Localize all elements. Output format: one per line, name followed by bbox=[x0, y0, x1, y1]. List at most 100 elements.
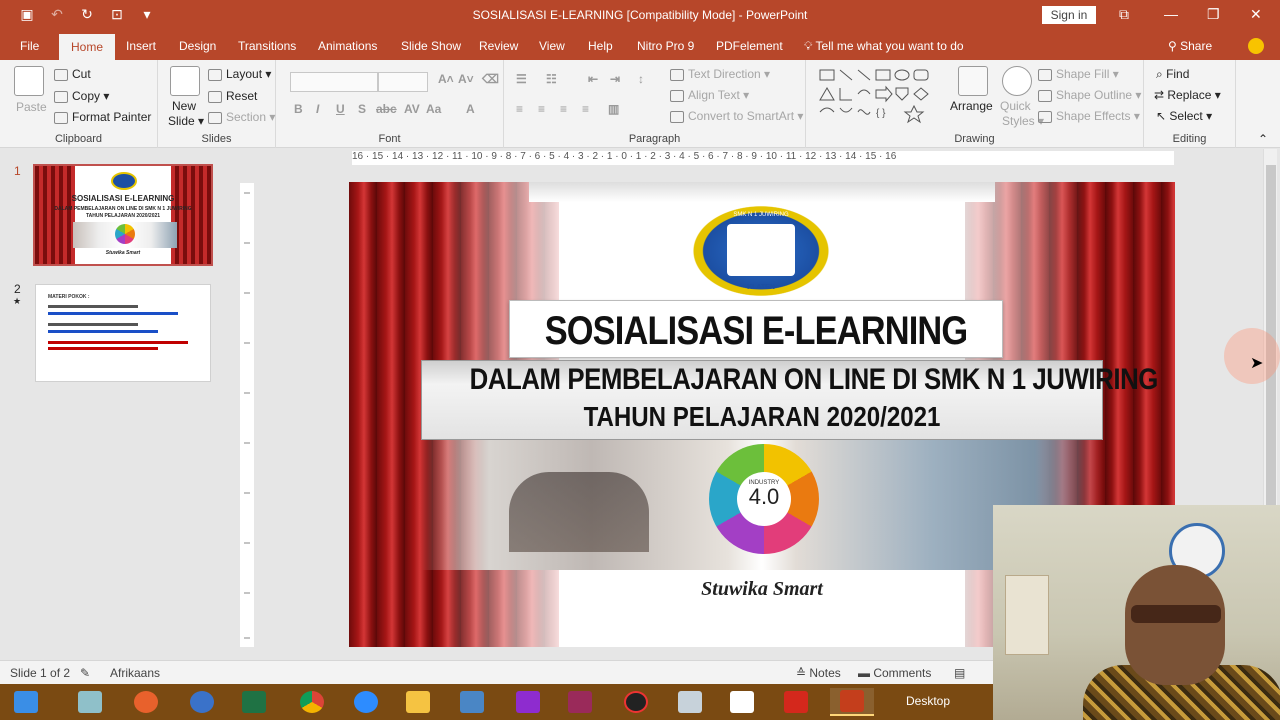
char-spacing-icon[interactable]: AV bbox=[404, 102, 420, 116]
taskbar-app-12[interactable] bbox=[668, 688, 712, 716]
horizontal-ruler[interactable]: 16 · 15 · 14 · 13 · 12 · 11 · 10 · 9 · 8… bbox=[352, 151, 1174, 165]
school-logo[interactable]: SMK N 1 JUWIRING KLATEN bbox=[687, 202, 835, 300]
tab-file[interactable]: File bbox=[20, 32, 39, 60]
arrange-icon[interactable] bbox=[958, 66, 988, 96]
strikethrough-icon[interactable]: abc bbox=[376, 102, 397, 116]
taskbar-zoom[interactable] bbox=[344, 688, 388, 716]
convert-smartart-button[interactable]: Convert to SmartArt ▾ bbox=[670, 109, 803, 123]
arrange-button[interactable]: Arrange bbox=[950, 99, 993, 113]
taskbar-app-11[interactable] bbox=[614, 688, 658, 716]
share-button[interactable]: ⚲ Share bbox=[1168, 32, 1212, 60]
font-name-combo[interactable] bbox=[290, 72, 378, 92]
close-icon[interactable]: ✕ bbox=[1250, 6, 1262, 23]
align-text-button[interactable]: Align Text ▾ bbox=[670, 88, 749, 102]
font-size-combo[interactable] bbox=[378, 72, 428, 92]
shrink-font-icon[interactable]: A˅ bbox=[458, 72, 474, 86]
maximize-icon[interactable]: ❐ bbox=[1207, 6, 1220, 23]
change-case-icon[interactable]: Aa bbox=[426, 102, 441, 116]
numbering-icon[interactable]: ☷ bbox=[546, 72, 557, 86]
taskbar-powerpoint[interactable] bbox=[830, 688, 874, 716]
align-right-icon[interactable]: ≡ bbox=[560, 102, 567, 116]
tab-pdfelement[interactable]: PDFelement bbox=[716, 32, 783, 60]
normal-view-icon[interactable]: ▤ bbox=[954, 666, 965, 680]
underline-icon[interactable]: U bbox=[336, 102, 345, 116]
font-color-icon[interactable]: A bbox=[466, 102, 475, 116]
new-slide-label-2[interactable]: Slide ▾ bbox=[168, 114, 204, 128]
taskbar-acrobat[interactable] bbox=[774, 688, 818, 716]
paste-icon[interactable] bbox=[14, 66, 44, 96]
tab-help[interactable]: Help bbox=[588, 32, 613, 60]
taskbar-firefox[interactable] bbox=[124, 688, 168, 716]
tab-insert[interactable]: Insert bbox=[126, 32, 156, 60]
desktop-toolbar-label[interactable]: Desktop bbox=[906, 694, 950, 708]
line-spacing-icon[interactable]: ↕ bbox=[638, 72, 644, 86]
bold-icon[interactable]: B bbox=[294, 102, 303, 116]
format-painter-button[interactable]: Format Painter bbox=[54, 110, 151, 124]
layout-button[interactable]: Layout ▾ bbox=[208, 67, 271, 81]
columns-icon[interactable]: ▥ bbox=[608, 102, 619, 116]
taskbar-app-1[interactable] bbox=[68, 688, 112, 716]
reset-button[interactable]: Reset bbox=[208, 89, 257, 103]
tab-home[interactable]: Home bbox=[59, 34, 116, 60]
shapes-gallery[interactable]: { } bbox=[818, 68, 950, 124]
comments-button[interactable]: ▬ Comments bbox=[858, 666, 931, 680]
bullets-icon[interactable]: ☰ bbox=[516, 72, 527, 86]
taskbar-winrar[interactable] bbox=[558, 688, 602, 716]
industry-wheel-graphic[interactable]: INDUSTRY 4.0 bbox=[709, 444, 819, 554]
tab-transitions[interactable]: Transitions bbox=[238, 32, 296, 60]
notes-button[interactable]: ≙ Notes bbox=[796, 666, 841, 680]
shape-fill-button[interactable]: Shape Fill ▾ bbox=[1038, 67, 1119, 81]
cut-button[interactable]: Cut bbox=[54, 67, 91, 81]
taskbar-app-8[interactable] bbox=[450, 688, 494, 716]
tab-slide-show[interactable]: Slide Show bbox=[401, 32, 461, 60]
text-direction-button[interactable]: Text Direction ▾ bbox=[670, 67, 770, 81]
taskbar-excel[interactable] bbox=[232, 688, 276, 716]
taskbar-explorer[interactable] bbox=[396, 688, 440, 716]
taskbar-app-3[interactable] bbox=[180, 688, 224, 716]
quick-styles-button[interactable]: Quick bbox=[1000, 99, 1031, 113]
taskbar-chrome[interactable] bbox=[290, 688, 334, 716]
select-button[interactable]: ↖ Select ▾ bbox=[1156, 109, 1212, 123]
grow-font-icon[interactable]: A˄ bbox=[438, 72, 454, 86]
align-center-icon[interactable]: ≡ bbox=[538, 102, 545, 116]
tab-animations[interactable]: Animations bbox=[318, 32, 377, 60]
increase-indent-icon[interactable]: ⇥ bbox=[610, 72, 620, 86]
replace-button[interactable]: ⇄ Replace ▾ bbox=[1154, 88, 1221, 102]
align-left-icon[interactable]: ≡ bbox=[516, 102, 523, 116]
feedback-smiley-icon[interactable] bbox=[1248, 38, 1264, 54]
italic-icon[interactable]: I bbox=[316, 102, 319, 116]
sign-in-button[interactable]: Sign in bbox=[1042, 6, 1096, 24]
start-button[interactable] bbox=[4, 688, 48, 716]
justify-icon[interactable]: ≡ bbox=[582, 102, 589, 116]
subtitle-textbox[interactable]: DALAM PEMBELAJARAN ON LINE DI SMK N 1 JU… bbox=[421, 360, 1158, 440]
slide-thumbnail-1[interactable]: SOSIALISASI E-LEARNING DALAM PEMBELAJARA… bbox=[33, 164, 213, 266]
shadow-icon[interactable]: S bbox=[358, 102, 366, 116]
tell-me-search[interactable]: 💡︎ Tell me what you want to do bbox=[804, 32, 964, 60]
quick-styles-icon[interactable] bbox=[1002, 66, 1032, 96]
paste-button[interactable]: Paste bbox=[16, 100, 47, 114]
slide-thumbnail-2[interactable]: MATERI POKOK : bbox=[35, 284, 211, 382]
ribbon-display-icon[interactable]: ⧉ bbox=[1119, 6, 1129, 23]
tab-nitro[interactable]: Nitro Pro 9 bbox=[637, 32, 694, 60]
clear-format-icon[interactable]: ⌫ bbox=[482, 72, 499, 86]
tab-view[interactable]: View bbox=[539, 32, 565, 60]
new-slide-icon[interactable] bbox=[170, 66, 200, 96]
vertical-ruler[interactable] bbox=[240, 183, 254, 647]
find-button[interactable]: ⌕ Find bbox=[1156, 67, 1189, 82]
tab-review[interactable]: Review bbox=[479, 32, 518, 60]
proofing-icon[interactable]: ✎ bbox=[80, 666, 90, 680]
taskbar-search-app[interactable] bbox=[506, 688, 550, 716]
new-slide-button[interactable]: New bbox=[172, 99, 196, 113]
minimize-icon[interactable]: — bbox=[1164, 6, 1178, 22]
shape-outline-button[interactable]: Shape Outline ▾ bbox=[1038, 88, 1141, 102]
decrease-indent-icon[interactable]: ⇤ bbox=[588, 72, 598, 86]
language-indicator[interactable]: Afrikaans bbox=[110, 666, 160, 680]
shape-effects-button[interactable]: Shape Effects ▾ bbox=[1038, 109, 1140, 123]
collapse-ribbon-icon[interactable]: ⌃ bbox=[1258, 132, 1268, 146]
title-textbox[interactable]: SOSIALISASI E-LEARNING bbox=[509, 300, 1003, 358]
copy-button[interactable]: Copy ▾ bbox=[54, 89, 109, 103]
taskbar-app-13[interactable] bbox=[720, 688, 764, 716]
section-button[interactable]: Section ▾ bbox=[208, 110, 275, 124]
tab-design[interactable]: Design bbox=[179, 32, 216, 60]
slides-group: New Slide ▾ Layout ▾ Reset Section ▾ Sli… bbox=[158, 60, 276, 148]
